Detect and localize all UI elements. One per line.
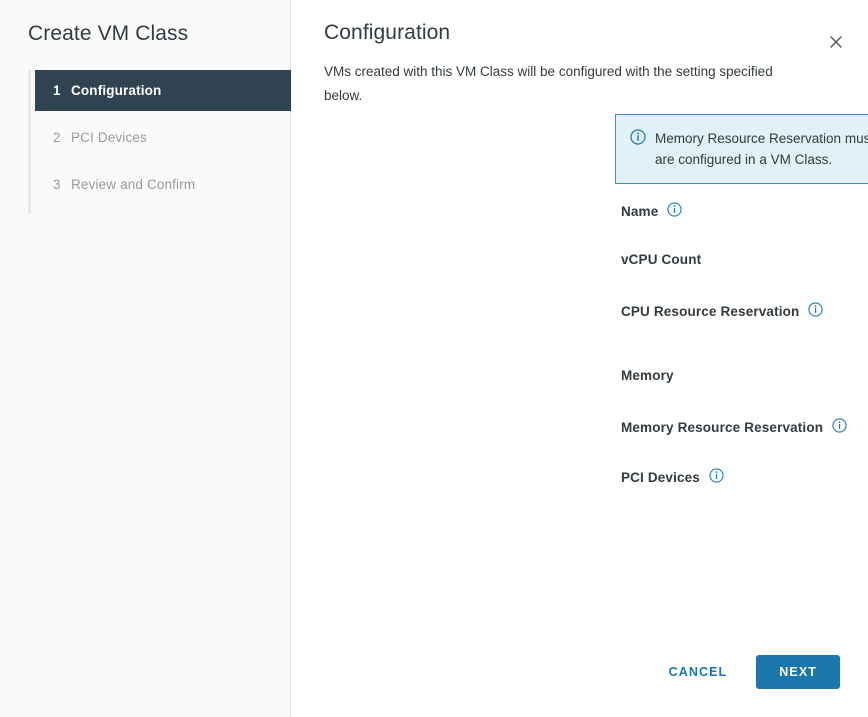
step-number: 3 [53, 177, 61, 192]
configuration-form: Name vCPU Count CPU Resource Reservation… [621, 196, 868, 512]
sidebar-item-review-and-confirm[interactable]: 3 Review and Confirm [35, 164, 291, 205]
info-circle-icon[interactable] [832, 418, 847, 436]
step-label: PCI Devices [71, 130, 147, 145]
alert-message: Memory Resource Reservation must be set … [655, 131, 868, 167]
step-label: Review and Confirm [71, 177, 196, 192]
page-title: Configuration [324, 21, 451, 44]
step-label: Configuration [71, 83, 162, 98]
main-header: Configuration VMs created with this VM C… [324, 18, 850, 108]
info-circle-icon[interactable] [667, 202, 682, 220]
form-row-pci-devices: PCI Devices Yes [621, 462, 868, 512]
pci-devices-label: PCI Devices [621, 468, 724, 486]
step-number: 2 [53, 130, 61, 145]
name-label: Name [621, 202, 682, 220]
info-alert: Memory Resource Reservation must be set … [615, 114, 868, 184]
memory-resource-reservation-label: Memory Resource Reservation [621, 418, 847, 436]
info-circle-icon[interactable] [808, 302, 824, 320]
field-label-text: vCPU Count [621, 252, 702, 267]
form-row-vcpu-count: vCPU Count [621, 246, 868, 296]
sidebar-item-configuration[interactable]: 1 Configuration [35, 70, 291, 111]
vcpu-count-label: vCPU Count [621, 252, 701, 267]
form-row-cpu-resource-reservation: CPU Resource Reservation % Optional [621, 296, 868, 362]
field-label-text: Memory Resource Reservation [621, 419, 824, 435]
wizard-title: Create VM Class [28, 22, 189, 45]
field-label-text: PCI Devices [621, 469, 700, 485]
close-icon[interactable] [822, 28, 850, 56]
info-circle-icon[interactable] [709, 468, 724, 486]
wizard-main-pane: Configuration VMs created with this VM C… [291, 0, 868, 717]
create-vm-class-wizard: Create VM Class 1 Configuration 2 PCI De… [0, 0, 868, 717]
form-row-name: Name [621, 196, 868, 246]
field-label-text: CPU Resource Reservation [621, 303, 800, 319]
memory-label: Memory [621, 368, 674, 383]
page-description: VMs created with this VM Class will be c… [324, 64, 773, 103]
info-circle-icon [630, 129, 646, 150]
wizard-step-list: 1 Configuration 2 PCI Devices 3 Review a… [0, 70, 291, 205]
sidebar-item-pci-devices[interactable]: 2 PCI Devices [35, 117, 291, 158]
footer-button-row: CANCEL NEXT [654, 655, 840, 689]
wizard-footer: CANCEL NEXT [291, 639, 868, 717]
step-number: 1 [53, 83, 61, 98]
cpu-resource-reservation-label: CPU Resource Reservation [621, 302, 824, 320]
cancel-button[interactable]: CANCEL [654, 656, 743, 688]
next-button[interactable]: NEXT [756, 655, 840, 689]
form-row-memory: Memory MB [621, 362, 868, 412]
form-row-memory-resource-reservation: Memory Resource Reservation % [621, 412, 868, 462]
field-label-text: Name [621, 203, 659, 219]
field-label-text: Memory [621, 368, 674, 383]
wizard-nav-pane: Create VM Class 1 Configuration 2 PCI De… [0, 0, 291, 717]
